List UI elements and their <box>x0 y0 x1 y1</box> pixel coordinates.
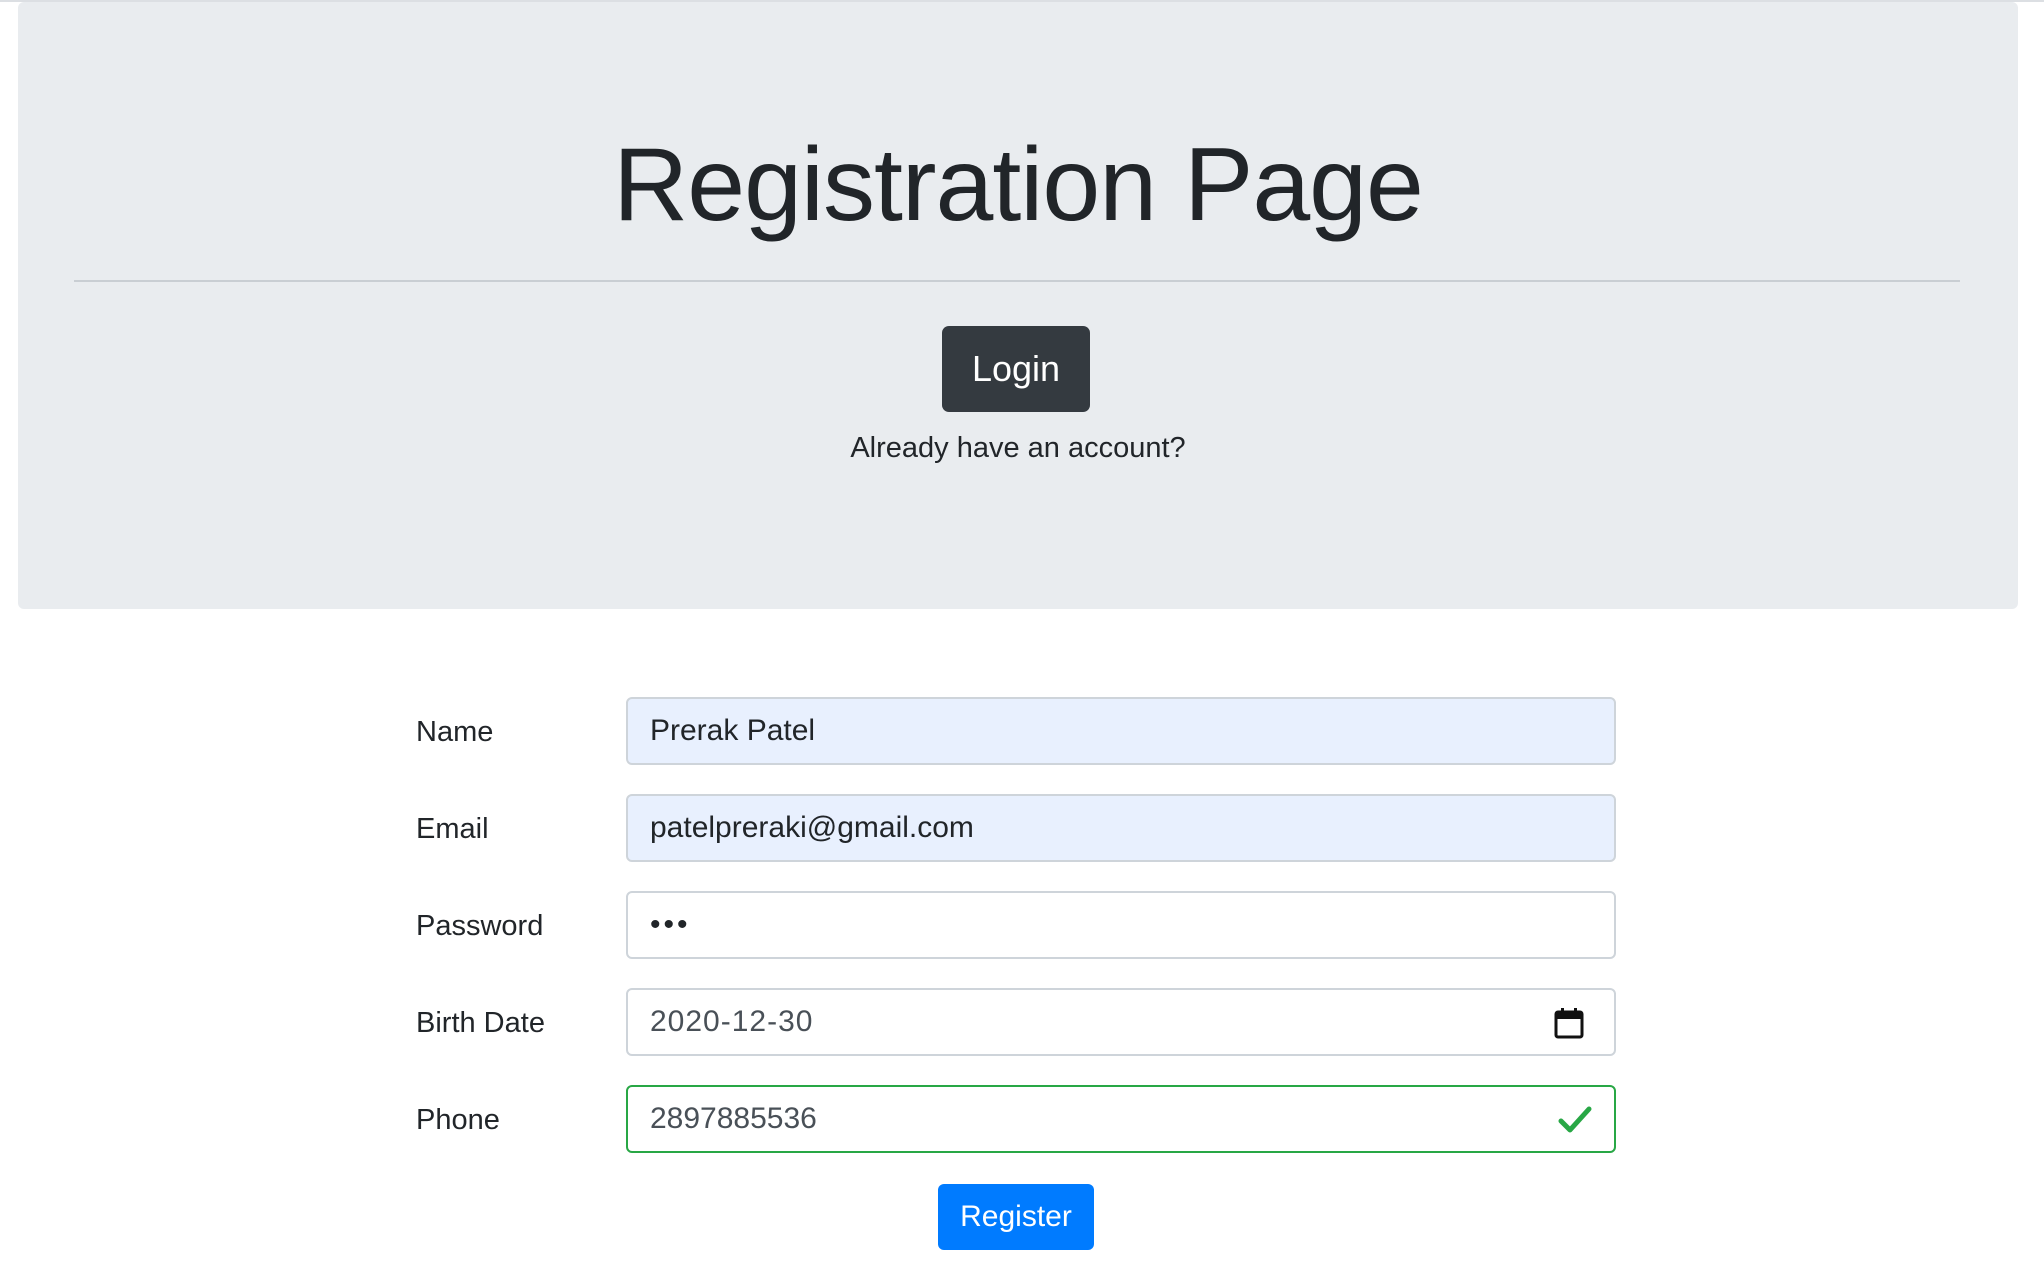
email-value: patelpreraki@gmail.com <box>650 811 974 844</box>
check-icon <box>1558 1106 1592 1133</box>
name-row: Name Prerak Patel <box>0 697 2044 767</box>
phone-value: 2897885536 <box>650 1102 817 1135</box>
login-button[interactable]: Login <box>942 326 1090 412</box>
header-jumbotron: Registration Page Login Already have an … <box>18 2 2018 609</box>
password-label: Password <box>416 910 544 942</box>
phone-row: Phone 2897885536 <box>0 1085 2044 1155</box>
register-button[interactable]: Register <box>938 1184 1094 1250</box>
email-label: Email <box>416 813 489 845</box>
email-input[interactable]: patelpreraki@gmail.com <box>626 794 1616 862</box>
name-label: Name <box>416 716 494 748</box>
account-prompt: Already have an account? <box>850 432 1186 464</box>
password-value: ••• <box>650 908 691 941</box>
birth-date-label: Birth Date <box>416 1007 545 1039</box>
calendar-icon[interactable] <box>1554 1007 1584 1039</box>
phone-input[interactable]: 2897885536 <box>626 1085 1616 1153</box>
email-row: Email patelpreraki@gmail.com <box>0 794 2044 864</box>
birth-date-input[interactable]: 2020-12-30 <box>626 988 1616 1056</box>
password-row: Password ••• <box>0 891 2044 961</box>
phone-label: Phone <box>416 1104 500 1136</box>
name-value: Prerak Patel <box>650 714 816 747</box>
password-input[interactable]: ••• <box>626 891 1616 959</box>
header-divider <box>74 280 1960 282</box>
page-title: Registration Page <box>613 127 1424 243</box>
birth-date-row: Birth Date 2020-12-30 <box>0 988 2044 1058</box>
birth-date-value: 2020-12-30 <box>650 1005 814 1038</box>
name-input[interactable]: Prerak Patel <box>626 697 1616 765</box>
